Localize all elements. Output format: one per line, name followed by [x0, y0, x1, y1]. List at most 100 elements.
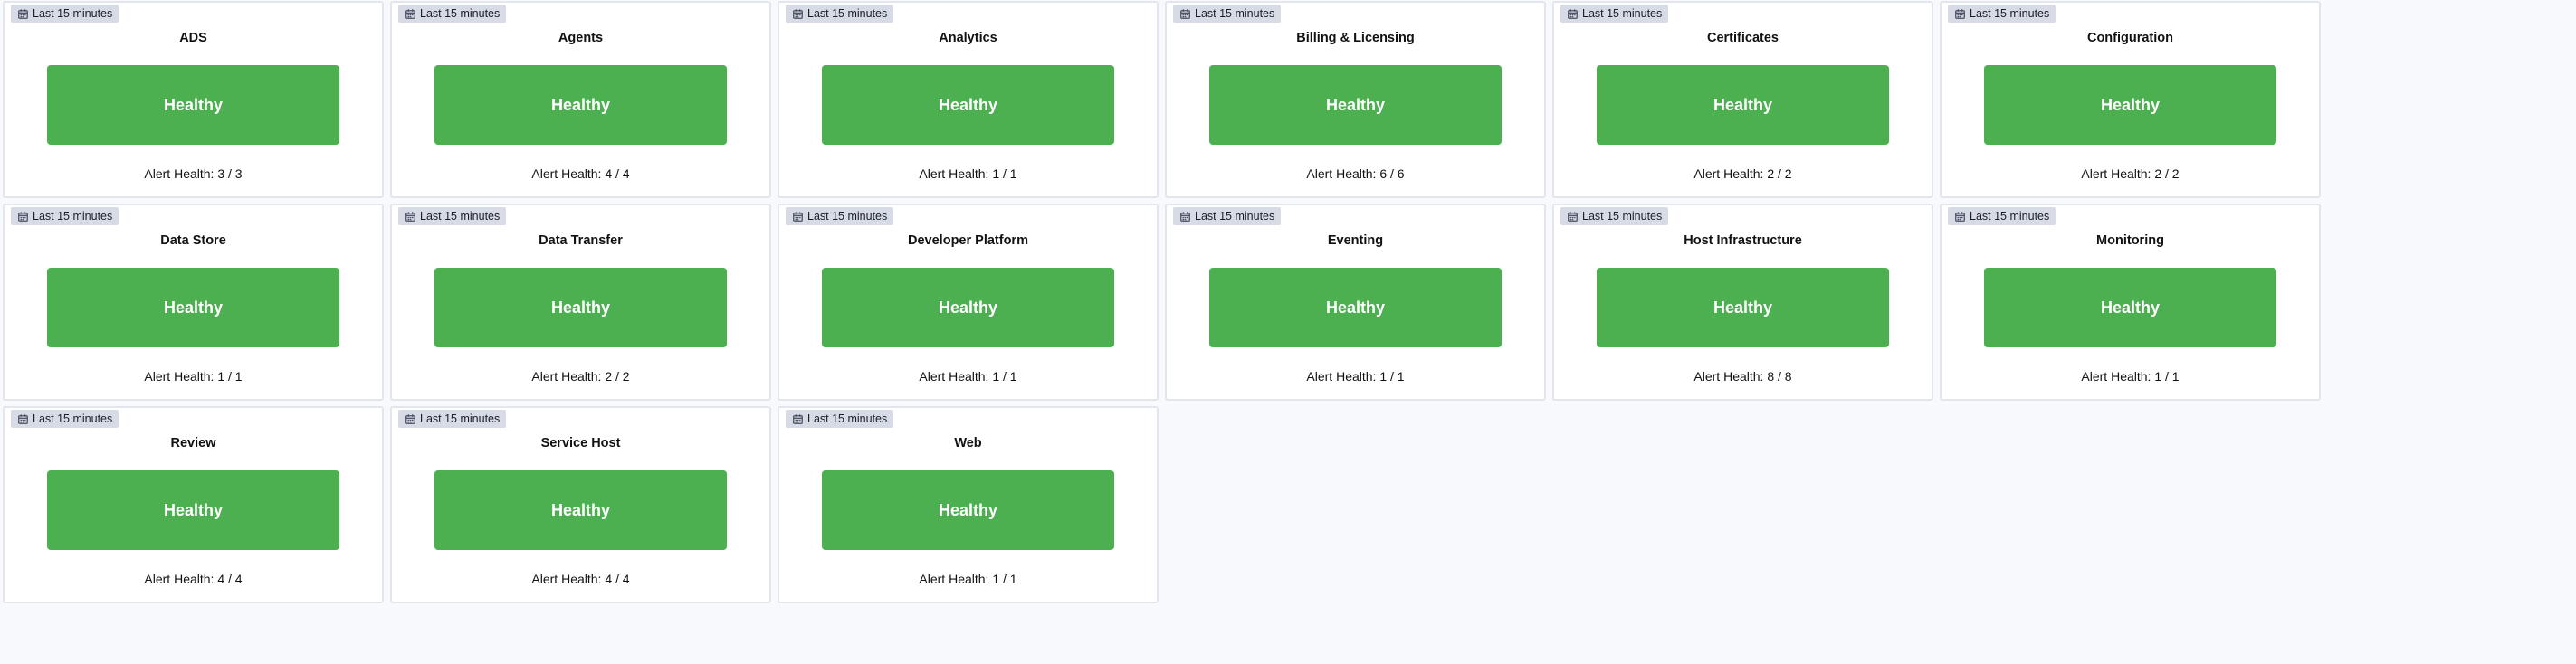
time-range-label: Last 15 minutes: [33, 210, 113, 223]
calendar-icon: [793, 413, 803, 424]
time-range-badge[interactable]: Last 15 minutes: [1560, 5, 1669, 23]
service-health-card[interactable]: Last 15 minutes Analytics Healthy Alert …: [778, 1, 1159, 198]
time-range-badge[interactable]: Last 15 minutes: [786, 207, 894, 225]
service-health-card[interactable]: Last 15 minutes Billing & Licensing Heal…: [1165, 1, 1546, 198]
health-status-indicator[interactable]: Healthy: [1984, 65, 2276, 145]
service-title: Eventing: [1327, 233, 1384, 248]
service-health-card[interactable]: Last 15 minutes Configuration Healthy Al…: [1940, 1, 2321, 198]
calendar-icon: [1180, 8, 1190, 19]
time-range-badge[interactable]: Last 15 minutes: [786, 410, 894, 428]
health-status-text: Healthy: [550, 298, 611, 317]
alert-health-count: Alert Health: 2 / 2: [531, 369, 630, 384]
service-title: Monitoring: [2096, 233, 2164, 248]
health-status-text: Healthy: [938, 500, 998, 519]
alert-health-count: Alert Health: 1 / 1: [919, 166, 1017, 181]
calendar-icon: [405, 211, 415, 222]
calendar-icon: [18, 413, 28, 424]
service-health-card[interactable]: Last 15 minutes Data Store Healthy Alert…: [3, 204, 384, 401]
calendar-icon: [793, 8, 803, 19]
health-status-text: Healthy: [1325, 95, 1386, 114]
time-range-label: Last 15 minutes: [1582, 7, 1663, 20]
time-range-badge[interactable]: Last 15 minutes: [1948, 5, 2056, 23]
service-title: Data Store: [160, 233, 226, 248]
health-status-indicator[interactable]: Healthy: [434, 470, 727, 550]
service-health-card[interactable]: Last 15 minutes ADS Healthy Alert Health…: [3, 1, 384, 198]
time-range-label: Last 15 minutes: [33, 413, 113, 425]
time-range-badge[interactable]: Last 15 minutes: [1173, 207, 1282, 225]
health-status-indicator[interactable]: Healthy: [47, 470, 339, 550]
calendar-icon: [1955, 8, 1965, 19]
service-title: Data Transfer: [539, 233, 623, 248]
calendar-icon: [1568, 8, 1578, 19]
service-title: Agents: [558, 31, 604, 45]
service-health-card[interactable]: Last 15 minutes Review Healthy Alert Hea…: [3, 406, 384, 603]
health-status-indicator[interactable]: Healthy: [822, 65, 1114, 145]
time-range-badge[interactable]: Last 15 minutes: [786, 5, 894, 23]
time-range-badge[interactable]: Last 15 minutes: [398, 5, 507, 23]
alert-health-count: Alert Health: 1 / 1: [2081, 369, 2180, 384]
service-title: Billing & Licensing: [1296, 31, 1415, 45]
service-title: Web: [954, 436, 982, 451]
service-health-card[interactable]: Last 15 minutes Developer Platform Healt…: [778, 204, 1159, 401]
calendar-icon: [793, 211, 803, 222]
time-range-badge[interactable]: Last 15 minutes: [11, 410, 119, 428]
alert-health-count: Alert Health: 3 / 3: [144, 166, 243, 181]
time-range-badge[interactable]: Last 15 minutes: [398, 410, 507, 428]
health-status-indicator[interactable]: Healthy: [1984, 268, 2276, 347]
time-range-badge[interactable]: Last 15 minutes: [1560, 207, 1669, 225]
health-status-indicator[interactable]: Healthy: [822, 470, 1114, 550]
time-range-label: Last 15 minutes: [807, 413, 888, 425]
health-status-indicator[interactable]: Healthy: [434, 268, 727, 347]
alert-health-count: Alert Health: 1 / 1: [1306, 369, 1405, 384]
health-status-indicator[interactable]: Healthy: [434, 65, 727, 145]
service-title: ADS: [179, 31, 207, 45]
health-status-text: Healthy: [2100, 95, 2161, 114]
service-title: Analytics: [939, 31, 997, 45]
service-health-card[interactable]: Last 15 minutes Web Healthy Alert Health…: [778, 406, 1159, 603]
alert-health-count: Alert Health: 4 / 4: [531, 572, 630, 586]
health-status-text: Healthy: [550, 95, 611, 114]
time-range-badge[interactable]: Last 15 minutes: [11, 5, 119, 23]
health-status-indicator[interactable]: Healthy: [1209, 268, 1502, 347]
time-range-label: Last 15 minutes: [1195, 7, 1275, 20]
health-status-indicator[interactable]: Healthy: [1209, 65, 1502, 145]
health-status-indicator[interactable]: Healthy: [47, 65, 339, 145]
time-range-label: Last 15 minutes: [1195, 210, 1275, 223]
alert-health-count: Alert Health: 8 / 8: [1693, 369, 1792, 384]
time-range-label: Last 15 minutes: [807, 210, 888, 223]
service-health-card[interactable]: Last 15 minutes Eventing Healthy Alert H…: [1165, 204, 1546, 401]
calendar-icon: [1180, 211, 1190, 222]
calendar-icon: [18, 211, 28, 222]
service-health-card[interactable]: Last 15 minutes Service Host Healthy Ale…: [390, 406, 771, 603]
time-range-badge[interactable]: Last 15 minutes: [1173, 5, 1282, 23]
health-status-text: Healthy: [1713, 298, 1773, 317]
time-range-badge[interactable]: Last 15 minutes: [1948, 207, 2056, 225]
service-health-card[interactable]: Last 15 minutes Agents Healthy Alert Hea…: [390, 1, 771, 198]
health-status-indicator[interactable]: Healthy: [1597, 65, 1889, 145]
alert-health-count: Alert Health: 1 / 1: [919, 572, 1017, 586]
service-health-grid: Last 15 minutes ADS Healthy Alert Health…: [3, 1, 2321, 603]
health-status-indicator[interactable]: Healthy: [822, 268, 1114, 347]
time-range-badge[interactable]: Last 15 minutes: [11, 207, 119, 225]
time-range-label: Last 15 minutes: [1970, 210, 2050, 223]
service-health-card[interactable]: Last 15 minutes Data Transfer Healthy Al…: [390, 204, 771, 401]
alert-health-count: Alert Health: 2 / 2: [2081, 166, 2180, 181]
health-status-text: Healthy: [163, 500, 224, 519]
health-status-text: Healthy: [938, 298, 998, 317]
time-range-label: Last 15 minutes: [420, 413, 501, 425]
health-status-indicator[interactable]: Healthy: [1597, 268, 1889, 347]
alert-health-count: Alert Health: 4 / 4: [144, 572, 243, 586]
service-health-card[interactable]: Last 15 minutes Monitoring Healthy Alert…: [1940, 204, 2321, 401]
health-status-indicator[interactable]: Healthy: [47, 268, 339, 347]
service-health-card[interactable]: Last 15 minutes Host Infrastructure Heal…: [1552, 204, 1933, 401]
alert-health-count: Alert Health: 1 / 1: [144, 369, 243, 384]
service-health-card[interactable]: Last 15 minutes Certificates Healthy Ale…: [1552, 1, 1933, 198]
alert-health-count: Alert Health: 4 / 4: [531, 166, 630, 181]
time-range-badge[interactable]: Last 15 minutes: [398, 207, 507, 225]
alert-health-count: Alert Health: 6 / 6: [1306, 166, 1405, 181]
service-title: Host Infrastructure: [1684, 233, 1802, 248]
time-range-label: Last 15 minutes: [33, 7, 113, 20]
time-range-label: Last 15 minutes: [420, 210, 501, 223]
calendar-icon: [18, 8, 28, 19]
service-title: Service Host: [540, 436, 621, 451]
